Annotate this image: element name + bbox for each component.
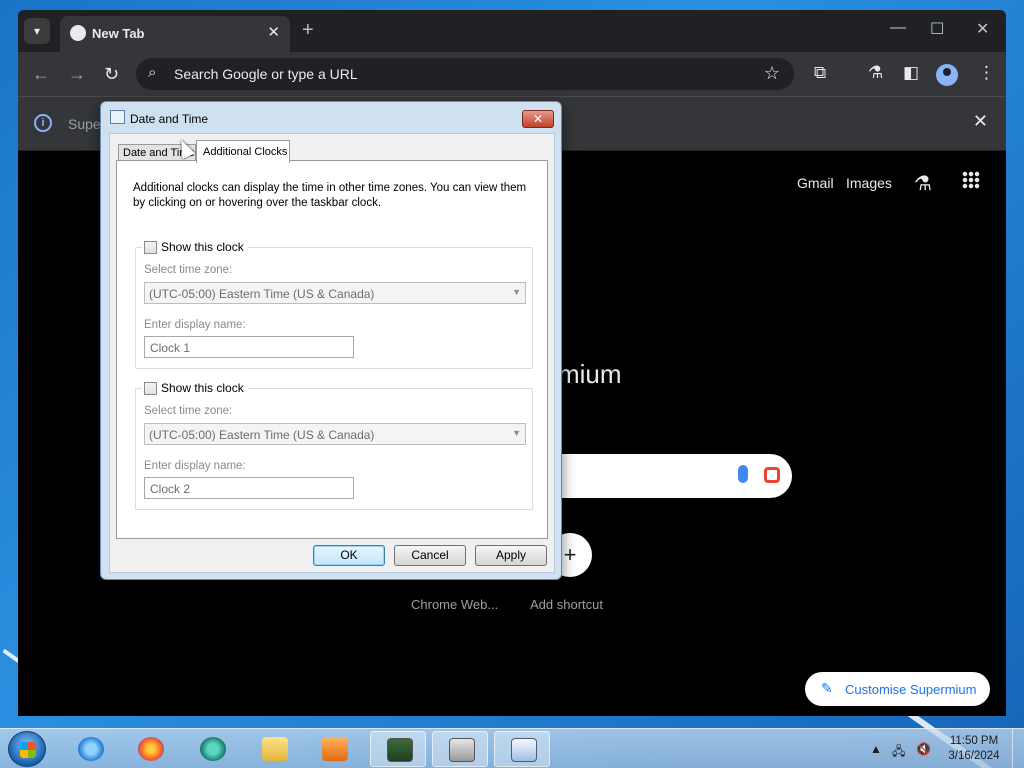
lens-search-icon[interactable] <box>764 467 780 483</box>
customise-button[interactable]: ✎ Customise Supermium <box>805 672 990 706</box>
taskbar-date-time[interactable] <box>494 731 550 767</box>
additional-clocks-panel: Additional clocks can display the time i… <box>116 160 548 539</box>
apply-button[interactable]: Apply <box>475 545 547 566</box>
info-bar-close-icon[interactable]: ✕ <box>973 111 988 132</box>
clock-1-timezone-label: Select time zone: <box>144 264 233 276</box>
supermium-icon <box>200 737 226 761</box>
gmail-link[interactable]: Gmail <box>797 175 834 191</box>
show-desktop-button[interactable] <box>1012 729 1024 768</box>
start-button[interactable] <box>8 731 46 767</box>
calendar-clock-icon <box>110 110 125 124</box>
customise-label: Customise Supermium <box>845 682 977 697</box>
extensions-icon[interactable]: ⧉ <box>814 63 826 83</box>
clock-1-name-input: Clock 1 <box>144 336 354 358</box>
menu-kebab-icon[interactable]: ⋮ <box>978 63 995 83</box>
panel-description: Additional clocks can display the time i… <box>133 182 527 209</box>
tray-expand-icon[interactable]: ▲ <box>870 742 882 756</box>
taskbar-media-player[interactable] <box>306 731 362 767</box>
clock-1-timezone-value: (UTC-05:00) Eastern Time (US & Canada) <box>149 287 375 301</box>
taskbar-firefox[interactable] <box>122 731 178 767</box>
taskbar-file-explorer[interactable] <box>246 731 302 767</box>
show-clock-1-checkbox[interactable] <box>144 240 157 254</box>
labs-flask-icon[interactable]: ⚗ <box>914 171 932 196</box>
dialog-title: Date and Time <box>130 112 209 126</box>
cancel-button[interactable]: Cancel <box>394 545 466 566</box>
omnibox-placeholder: Search Google or type a URL <box>174 66 358 82</box>
clock-2-timezone-value: (UTC-05:00) Eastern Time (US & Canada) <box>149 428 375 442</box>
info-icon: i <box>34 114 52 132</box>
calendar-clock-icon <box>511 738 537 762</box>
windows-logo-icon <box>20 742 36 758</box>
back-button[interactable]: ← <box>32 64 50 85</box>
shortcut-label-add[interactable]: Add shortcut <box>530 597 603 612</box>
date-time-dialog: Date and Time ✕ Date and Time Additional… <box>100 101 562 580</box>
ntp-search-box[interactable] <box>538 454 792 498</box>
clock-2-checkbox-row[interactable]: Show this clock <box>142 381 248 395</box>
dialog-body: Date and Time Additional Clocks Addition… <box>109 133 555 573</box>
brand-logo-text: mium <box>558 359 622 389</box>
tab-favicon-icon <box>70 25 86 41</box>
clock-date: 3/16/2024 <box>948 750 1000 762</box>
new-tab-button[interactable]: + <box>302 19 314 42</box>
tab-strip: ▾ New Tab ✕ + — ☐ ✕ <box>18 10 1006 52</box>
bookmark-star-icon[interactable]: ☆ <box>764 63 780 84</box>
reload-button[interactable]: ↻ <box>104 64 119 85</box>
clock-2-group: Show this clock Select time zone: (UTC-0… <box>135 381 533 510</box>
clock-2-timezone-label: Select time zone: <box>144 405 233 417</box>
info-bar-message: Supe <box>68 116 101 132</box>
folder-icon <box>262 737 288 761</box>
apps-grid-icon[interactable] <box>962 171 980 189</box>
show-clock-1-label: Show this clock <box>161 240 244 254</box>
pencil-icon: ✎ <box>821 680 833 696</box>
network-icon[interactable]: 🖧 <box>892 742 905 763</box>
taskbar-internet-explorer[interactable] <box>62 731 118 767</box>
tab-title: New Tab <box>92 26 145 41</box>
internet-explorer-icon <box>78 737 104 761</box>
close-window-button[interactable]: ✕ <box>976 19 989 39</box>
system-clock[interactable]: 11:50 PM 3/16/2024 <box>944 734 1004 764</box>
search-icon: ⌕ <box>148 64 157 81</box>
tab-additional-clocks[interactable]: Additional Clocks <box>196 140 290 163</box>
clock-1-group: Show this clock Select time zone: (UTC-0… <box>135 240 533 369</box>
shortcut-label-web-store[interactable]: Chrome Web... <box>411 597 498 612</box>
side-panel-icon[interactable]: ◧ <box>903 63 919 83</box>
labs-flask-icon[interactable]: ⚗ <box>868 63 883 83</box>
clock-time: 11:50 PM <box>949 735 999 747</box>
taskbar: ▲ 🖧 🔇 11:50 PM 3/16/2024 <box>0 728 1024 768</box>
minimize-button[interactable]: — <box>890 19 906 37</box>
clock-2-name-input: Clock 2 <box>144 477 354 499</box>
dropdown-arrow-icon: ▼ <box>512 287 521 297</box>
browser-toolbar: ← → ↻ ⌕ Search Google or type a URL ☆ ⧉ … <box>18 52 1006 96</box>
clock-2-name-label: Enter display name: <box>144 460 246 472</box>
ok-button[interactable]: OK <box>313 545 385 566</box>
taskbar-disk-utility[interactable] <box>432 731 488 767</box>
taskbar-system-monitor[interactable] <box>370 731 426 767</box>
show-clock-2-checkbox[interactable] <box>144 381 157 395</box>
tab-close-icon[interactable]: ✕ <box>267 23 280 41</box>
clock-1-timezone-select: (UTC-05:00) Eastern Time (US & Canada) ▼ <box>144 282 526 304</box>
tab-new-tab[interactable]: New Tab ✕ <box>60 16 290 52</box>
images-link[interactable]: Images <box>846 175 892 191</box>
clock-2-timezone-select: (UTC-05:00) Eastern Time (US & Canada) ▼ <box>144 423 526 445</box>
profile-avatar[interactable] <box>936 64 958 86</box>
taskbar-supermium[interactable] <box>184 731 240 767</box>
clock-1-checkbox-row[interactable]: Show this clock <box>142 240 248 254</box>
tab-search-button[interactable]: ▾ <box>24 18 50 44</box>
maximize-button[interactable]: ☐ <box>930 19 944 39</box>
firefox-icon <box>138 737 164 761</box>
system-monitor-icon <box>387 738 413 762</box>
disk-utility-icon <box>449 738 475 762</box>
show-clock-2-label: Show this clock <box>161 381 244 395</box>
voice-search-icon[interactable] <box>738 465 748 483</box>
media-player-icon <box>322 737 348 761</box>
volume-muted-icon[interactable]: 🔇 <box>916 742 931 756</box>
dialog-titlebar[interactable]: Date and Time ✕ <box>101 102 561 132</box>
dialog-close-button[interactable]: ✕ <box>522 110 554 128</box>
clock-1-name-label: Enter display name: <box>144 319 246 331</box>
forward-button[interactable]: → <box>68 64 86 85</box>
omnibox[interactable]: ⌕ Search Google or type a URL ☆ <box>136 58 794 90</box>
dropdown-arrow-icon: ▼ <box>512 428 521 438</box>
